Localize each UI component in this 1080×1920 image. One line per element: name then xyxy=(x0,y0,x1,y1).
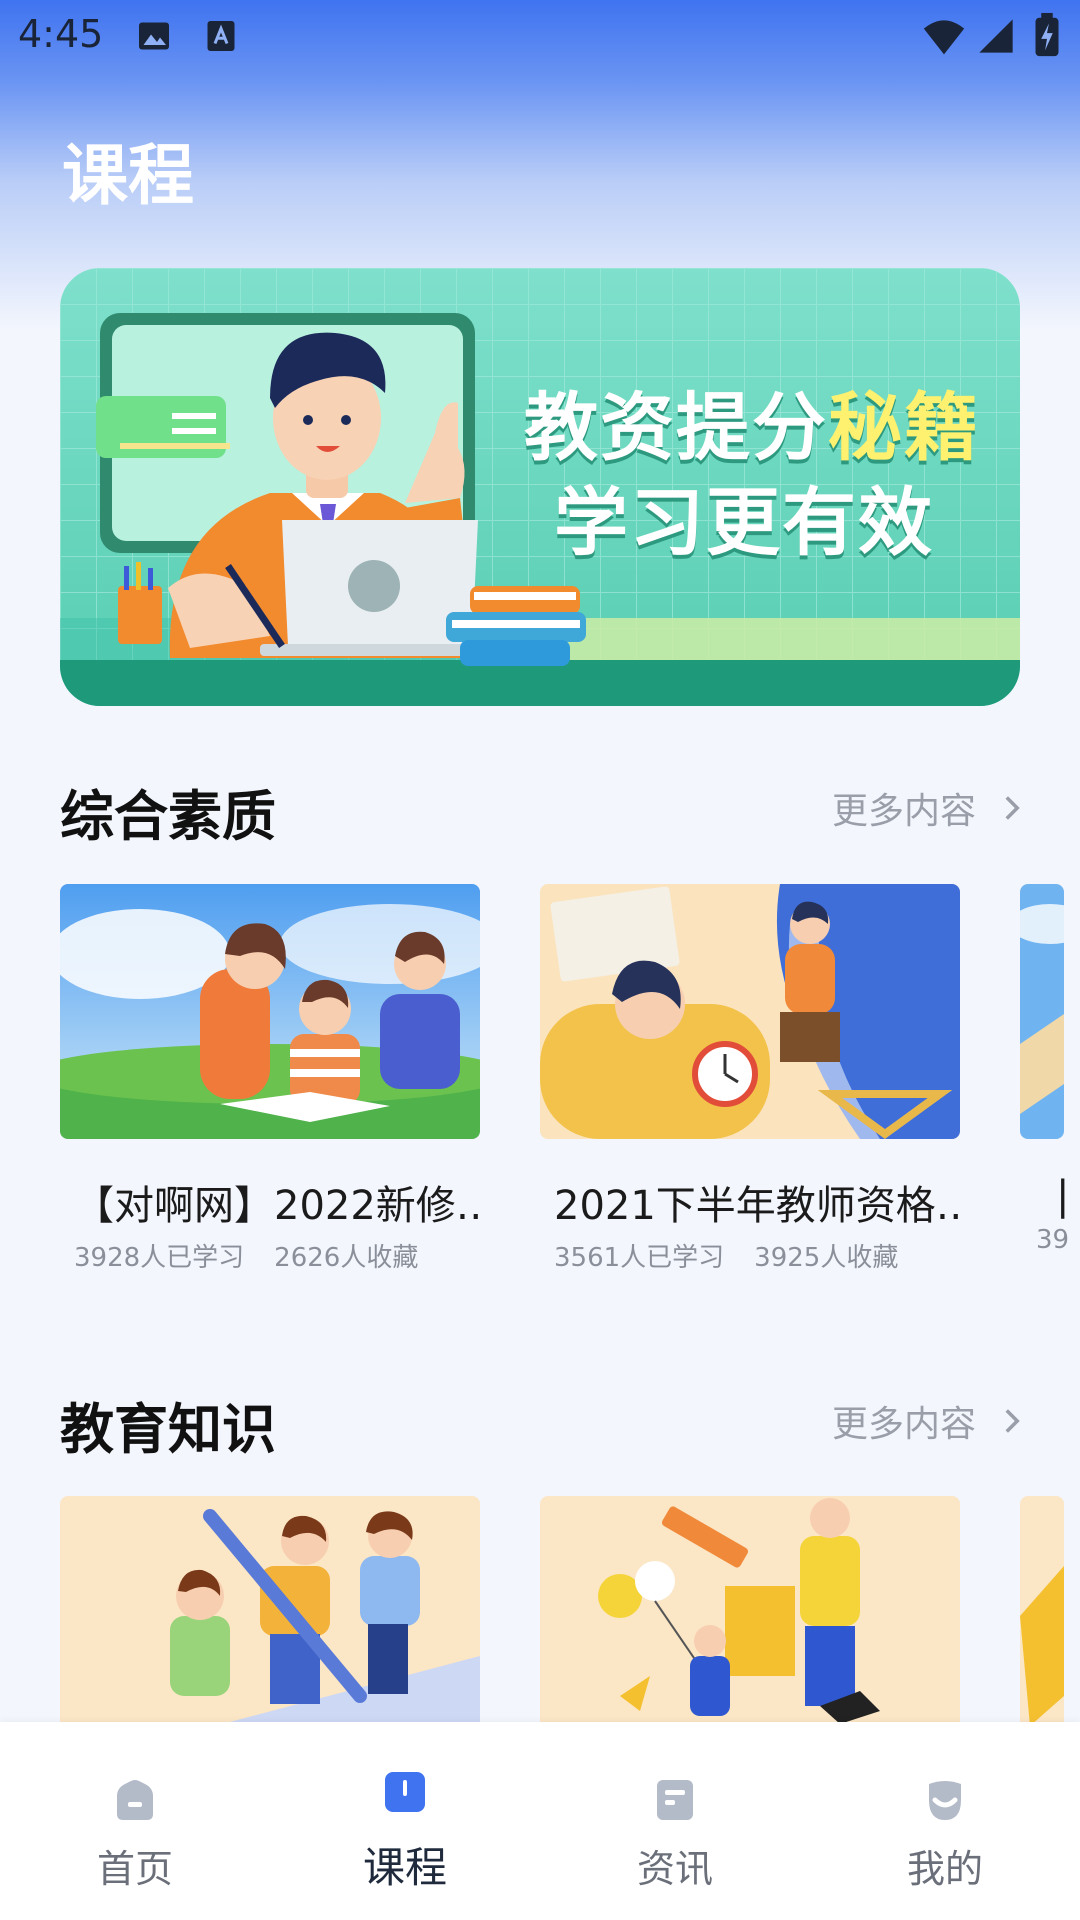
app-notification-icon xyxy=(207,21,235,51)
section-title-education: 教育知识 xyxy=(60,1398,276,1461)
more-content-link-education[interactable]: 更多内容 xyxy=(832,1395,1022,1447)
course-thumbnail xyxy=(60,1496,480,1751)
tab-label: 首页 xyxy=(96,1847,173,1891)
course-card[interactable] xyxy=(1020,1496,1080,1751)
course-thumbnail xyxy=(1020,884,1064,1139)
chevron-right-icon xyxy=(1005,1409,1020,1433)
news-icon xyxy=(657,1780,693,1820)
section-title-general: 综合素质 xyxy=(60,785,276,848)
wifi-icon xyxy=(923,20,965,55)
more-content-label: 更多内容 xyxy=(831,1404,976,1445)
course-card[interactable]: | 39 xyxy=(1020,884,1080,1255)
battery-icon xyxy=(1035,12,1059,57)
course-title: | xyxy=(1056,1173,1070,1219)
course-thumbnail xyxy=(540,1496,960,1751)
tab-courses[interactable]: 课程 xyxy=(270,1722,540,1920)
profile-icon xyxy=(929,1781,961,1820)
banner-headline-line2: 学习更有效 xyxy=(554,480,934,566)
course-meta: 3561人已学习 3925人收藏 xyxy=(540,1237,960,1274)
course-title: 【对啊网】2022新修… xyxy=(74,1183,480,1229)
tab-news[interactable]: 资讯 xyxy=(540,1722,810,1920)
status-bar: 4:45 xyxy=(0,0,1080,72)
course-card[interactable]: 【对啊网】2022新修… 3928人已学习 2626人收藏 xyxy=(60,884,480,1274)
course-thumbnail xyxy=(60,884,480,1139)
tab-profile[interactable]: 我的 xyxy=(810,1722,1080,1920)
course-meta: 39 xyxy=(1020,1225,1080,1255)
course-meta: 3928人已学习 2626人收藏 xyxy=(60,1237,480,1274)
promo-banner[interactable]: 教资提分秘籍 学习更有效 xyxy=(60,268,1020,706)
favorite-count: 3925人收藏 xyxy=(754,1243,899,1273)
learner-count: 3928人已学习 xyxy=(74,1243,245,1273)
course-thumbnail xyxy=(1020,1496,1064,1751)
image-notification-icon xyxy=(139,22,169,50)
course-card[interactable] xyxy=(60,1496,480,1751)
course-title: 2021下半年教师资格… xyxy=(554,1183,960,1229)
signal-icon xyxy=(979,19,1013,53)
home-icon xyxy=(117,1780,153,1820)
tab-label: 课程 xyxy=(362,1843,447,1892)
banner-headline-line1: 教资提分秘籍 xyxy=(524,385,980,471)
more-content-link-general[interactable]: 更多内容 xyxy=(832,782,1022,834)
status-time: 4:45 xyxy=(18,12,104,56)
course-card[interactable] xyxy=(540,1496,960,1751)
favorite-count: 2626人收藏 xyxy=(274,1243,419,1273)
more-content-label: 更多内容 xyxy=(831,791,976,832)
tab-home[interactable]: 首页 xyxy=(0,1722,270,1920)
learner-count: 39 xyxy=(1036,1225,1070,1255)
book-icon xyxy=(385,1772,425,1812)
course-thumbnail xyxy=(540,884,960,1139)
course-card[interactable]: 2021下半年教师资格… 3561人已学习 3925人收藏 xyxy=(540,884,960,1274)
chevron-right-icon xyxy=(1005,796,1020,820)
tab-label: 我的 xyxy=(906,1847,983,1891)
page-title: 课程 xyxy=(62,137,194,214)
tab-label: 资讯 xyxy=(636,1847,713,1891)
bottom-tab-bar: 首页 课程 资讯 我的 xyxy=(0,1722,1080,1920)
learner-count: 3561人已学习 xyxy=(554,1243,725,1273)
